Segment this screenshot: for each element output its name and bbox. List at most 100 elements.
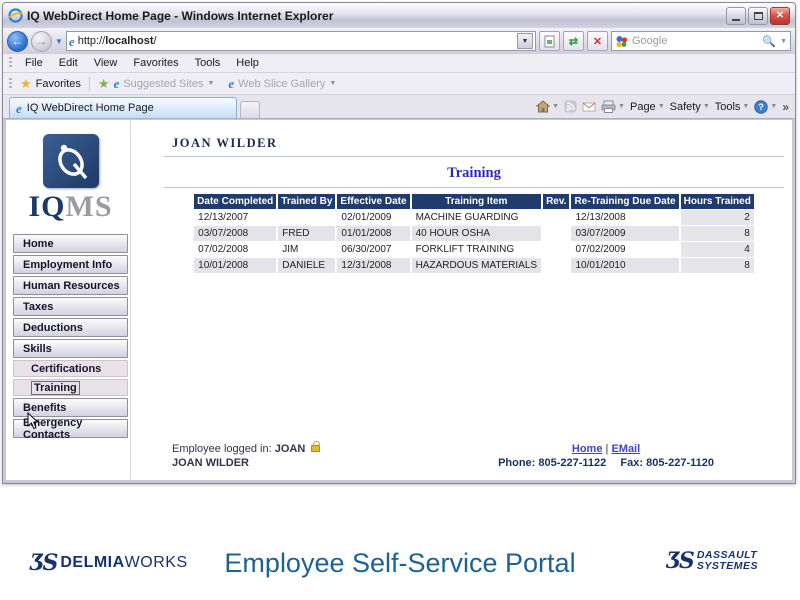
menu-view[interactable]: View <box>87 55 125 71</box>
table-cell: FRED <box>278 226 335 241</box>
phone-number: Phone: 805-227-1122 <box>498 457 606 469</box>
printer-icon <box>601 100 616 113</box>
tab-favicon-icon: e <box>16 102 22 115</box>
back-button[interactable]: ← <box>7 31 28 52</box>
toolbar-grip <box>9 57 12 69</box>
read-mail-button[interactable] <box>582 101 596 113</box>
help-button[interactable]: ? ▼ <box>754 100 777 114</box>
table-cell: 12/13/2008 <box>571 210 678 225</box>
feeds-button[interactable] <box>564 100 577 113</box>
table-cell: 4 <box>681 242 754 257</box>
page-menu-button[interactable]: Page▼ <box>630 101 665 113</box>
ie-logo-icon <box>8 8 23 23</box>
suggested-sites-button[interactable]: Suggested Sites <box>123 78 203 90</box>
table-cell <box>543 210 569 225</box>
refresh-button[interactable]: ⇄ <box>563 31 584 51</box>
title-bar[interactable]: IQ WebDirect Home Page - Windows Interne… <box>3 3 795 28</box>
table-cell: 12/13/2007 <box>194 210 276 225</box>
home-button[interactable]: ▼ <box>536 100 559 113</box>
dassault-systemes-logo: ƷS DASSAULT SYSTEMES <box>666 550 758 572</box>
table-cell: 07/02/2009 <box>571 242 678 257</box>
address-bar[interactable]: e http://localhost/ ▼ <box>66 31 536 51</box>
chevron-down-icon[interactable]: ▼ <box>329 80 336 87</box>
table-header-row: Date Completed Trained By Effective Date… <box>194 194 754 209</box>
tools-menu-button[interactable]: Tools▼ <box>715 101 750 113</box>
table-row: 10/01/2008 DANIELE 12/31/2008 HAZARDOUS … <box>194 258 754 273</box>
rss-feed-icon <box>564 100 577 113</box>
sidebar-item-deductions[interactable]: Deductions <box>13 318 128 337</box>
sidebar-item-certifications[interactable]: Certifications <box>13 360 128 377</box>
compatibility-view-button[interactable] <box>539 31 560 51</box>
web-slice-gallery-button[interactable]: Web Slice Gallery <box>238 78 325 90</box>
home-icon <box>536 100 550 113</box>
sidebar-item-taxes[interactable]: Taxes <box>13 297 128 316</box>
employee-fullname: JOAN WILDER <box>172 456 320 470</box>
column-header: Effective Date <box>337 194 409 209</box>
close-button[interactable]: ✕ <box>770 7 790 25</box>
stop-button[interactable]: ✕ <box>587 31 608 51</box>
menu-favorites[interactable]: Favorites <box>126 55 185 71</box>
table-cell: 03/07/2009 <box>571 226 678 241</box>
navigation-bar: ← → ▼ e http://localhost/ ▼ ⇄ ✕ Google 🔍 <box>3 28 795 54</box>
menu-file[interactable]: File <box>18 55 50 71</box>
add-favorite-icon[interactable]: ★ <box>98 76 110 92</box>
favorites-button[interactable]: Favorites <box>36 78 81 90</box>
address-dropdown-button[interactable]: ▼ <box>517 33 533 49</box>
favorites-star-icon[interactable]: ★ <box>20 76 32 92</box>
divider <box>164 187 784 188</box>
table-cell: MACHINE GUARDING <box>412 210 542 225</box>
search-box[interactable]: Google 🔍 ▼ <box>611 31 791 51</box>
home-link[interactable]: Home <box>572 443 603 455</box>
minimize-button[interactable] <box>726 7 746 25</box>
menu-edit[interactable]: Edit <box>52 55 85 71</box>
iqms-logo-icon <box>43 134 99 188</box>
suggested-sites-icon: e <box>114 77 120 90</box>
table-row: 03/07/2008 FRED 01/01/2008 40 HOUR OSHA … <box>194 226 754 241</box>
column-header: Date Completed <box>194 194 276 209</box>
contact-info: Home | EMail Phone: 805-227-1122 Fax: 80… <box>498 442 714 470</box>
iqms-wordmark: IQMS <box>13 190 128 224</box>
table-cell: HAZARDOUS MATERIALS <box>412 258 542 273</box>
sidebar-item-human-resources[interactable]: Human Resources <box>13 276 128 295</box>
safety-menu-button[interactable]: Safety▼ <box>670 101 710 113</box>
tab-bar: e IQ WebDirect Home Page ▼ <box>3 95 795 119</box>
chevron-down-icon[interactable]: ▼ <box>207 80 214 87</box>
page-favicon-icon: e <box>69 35 75 48</box>
search-input[interactable]: Google <box>632 35 758 47</box>
email-link[interactable]: EMail <box>611 443 640 455</box>
mouse-cursor <box>27 412 39 430</box>
column-header: Training Item <box>412 194 542 209</box>
toolbar-overflow-button[interactable]: » <box>782 100 789 114</box>
new-tab-button[interactable] <box>240 101 260 118</box>
sidebar-item-skills[interactable]: Skills <box>13 339 128 358</box>
tab-iq-webdirect[interactable]: e IQ WebDirect Home Page <box>9 97 237 118</box>
command-bar: ▼ ▼ <box>536 95 789 118</box>
logged-in-user: JOAN <box>275 443 306 455</box>
web-slice-icon: e <box>228 77 234 90</box>
table-cell <box>543 258 569 273</box>
sidebar-item-training[interactable]: Training <box>13 379 128 396</box>
help-icon: ? <box>754 100 768 114</box>
table-cell: 2 <box>681 210 754 225</box>
column-header: Hours Trained <box>681 194 754 209</box>
url-text[interactable]: http://localhost/ <box>78 35 514 47</box>
search-magnifier-icon[interactable]: 🔍 <box>762 35 776 48</box>
table-cell: 12/31/2008 <box>337 258 409 273</box>
forward-button[interactable]: → <box>31 31 52 52</box>
maximize-button[interactable] <box>748 7 768 25</box>
sidebar-item-employment-info[interactable]: Employment Info <box>13 255 128 274</box>
menu-help[interactable]: Help <box>229 55 266 71</box>
main-panel: JOAN WILDER Training Date Completed Trai… <box>164 120 784 480</box>
menu-tools[interactable]: Tools <box>188 55 228 71</box>
sidebar-item-home[interactable]: Home <box>13 234 128 253</box>
training-table: Date Completed Trained By Effective Date… <box>192 193 756 274</box>
history-dropdown-icon[interactable]: ▼ <box>55 37 63 46</box>
sidebar: IQMS Home Employment Info Human Resource… <box>11 120 131 480</box>
toolbar-grip <box>9 78 12 90</box>
page-title: Training <box>164 165 784 182</box>
table-cell: 01/01/2008 <box>337 226 409 241</box>
logged-in-info: Employee logged in: JOAN JOAN WILDER <box>172 442 320 470</box>
print-button[interactable]: ▼ <box>601 100 625 113</box>
search-dropdown-icon[interactable]: ▼ <box>780 38 787 45</box>
3ds-glyph-icon: ƷS <box>666 550 692 572</box>
